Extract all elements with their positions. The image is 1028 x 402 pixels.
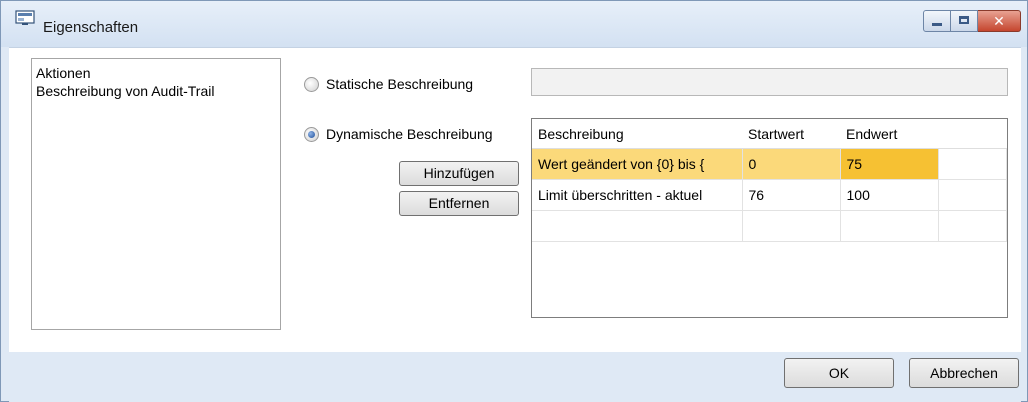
- table-cell[interactable]: 100: [840, 179, 939, 211]
- minimize-icon: [932, 23, 942, 26]
- table-cell[interactable]: [938, 179, 1007, 211]
- remove-button[interactable]: Entfernen: [399, 191, 519, 216]
- close-icon: ✕: [993, 13, 1005, 29]
- list-item-audit-trail[interactable]: Beschreibung von Audit-Trail: [32, 82, 280, 100]
- column-header-end-value[interactable]: Endwert: [840, 119, 938, 149]
- window-title: Eigenschaften: [43, 19, 139, 36]
- window-controls: ✕: [923, 10, 1021, 32]
- table-row[interactable]: Wert geändert von {0} bis { 0 75: [532, 148, 1007, 180]
- column-header-start-value[interactable]: Startwert: [742, 119, 840, 149]
- list-item-actions[interactable]: Aktionen: [32, 64, 280, 82]
- table-cell[interactable]: [742, 210, 841, 242]
- static-description-radio[interactable]: [304, 76, 319, 92]
- column-header-description[interactable]: Beschreibung: [532, 119, 742, 149]
- table-header-row: Beschreibung Startwert Endwert: [532, 119, 1007, 149]
- minimize-button[interactable]: [923, 10, 951, 32]
- table-cell[interactable]: 75: [840, 148, 939, 180]
- static-description-option[interactable]: Statische Beschreibung: [304, 76, 473, 92]
- column-header-empty: [938, 119, 1007, 149]
- dynamic-description-option[interactable]: Dynamische Beschreibung: [304, 126, 493, 142]
- table-cell[interactable]: Wert geändert von {0} bis {: [532, 148, 743, 180]
- static-description-input[interactable]: [531, 68, 1008, 96]
- table-cell[interactable]: 76: [742, 179, 841, 211]
- table-cell[interactable]: 0: [742, 148, 841, 180]
- table-cell[interactable]: [938, 210, 1007, 242]
- dynamic-description-label: Dynamische Beschreibung: [326, 126, 493, 142]
- table-cell[interactable]: [532, 210, 743, 242]
- description-table: Beschreibung Startwert Endwert Wert geän…: [532, 119, 1007, 242]
- table-cell[interactable]: [938, 148, 1007, 180]
- table-cell[interactable]: [840, 210, 939, 242]
- close-button[interactable]: ✕: [978, 10, 1021, 32]
- window-icon: [15, 10, 35, 25]
- dialog-content: Aktionen Beschreibung von Audit-Trail St…: [9, 47, 1021, 353]
- static-description-label: Statische Beschreibung: [326, 76, 474, 92]
- table-cell[interactable]: Limit überschritten - aktuel: [532, 179, 743, 211]
- table-row[interactable]: [532, 210, 1007, 242]
- description-grid: Beschreibung Startwert Endwert Wert geän…: [531, 118, 1008, 318]
- add-button[interactable]: Hinzufügen: [399, 161, 519, 186]
- table-row[interactable]: Limit überschritten - aktuel 76 100: [532, 179, 1007, 211]
- cancel-button[interactable]: Abbrechen: [909, 358, 1019, 388]
- maximize-icon: [959, 16, 969, 24]
- dynamic-description-radio[interactable]: [304, 126, 319, 142]
- maximize-button[interactable]: [951, 10, 978, 32]
- category-list: Aktionen Beschreibung von Audit-Trail: [31, 58, 281, 330]
- ok-button[interactable]: OK: [784, 358, 894, 388]
- properties-dialog: Eigenschaften ✕ Aktionen Beschreibung vo…: [0, 0, 1028, 402]
- dialog-footer: OK Abbrechen: [9, 352, 1021, 402]
- title-bar: Eigenschaften ✕: [1, 1, 1027, 47]
